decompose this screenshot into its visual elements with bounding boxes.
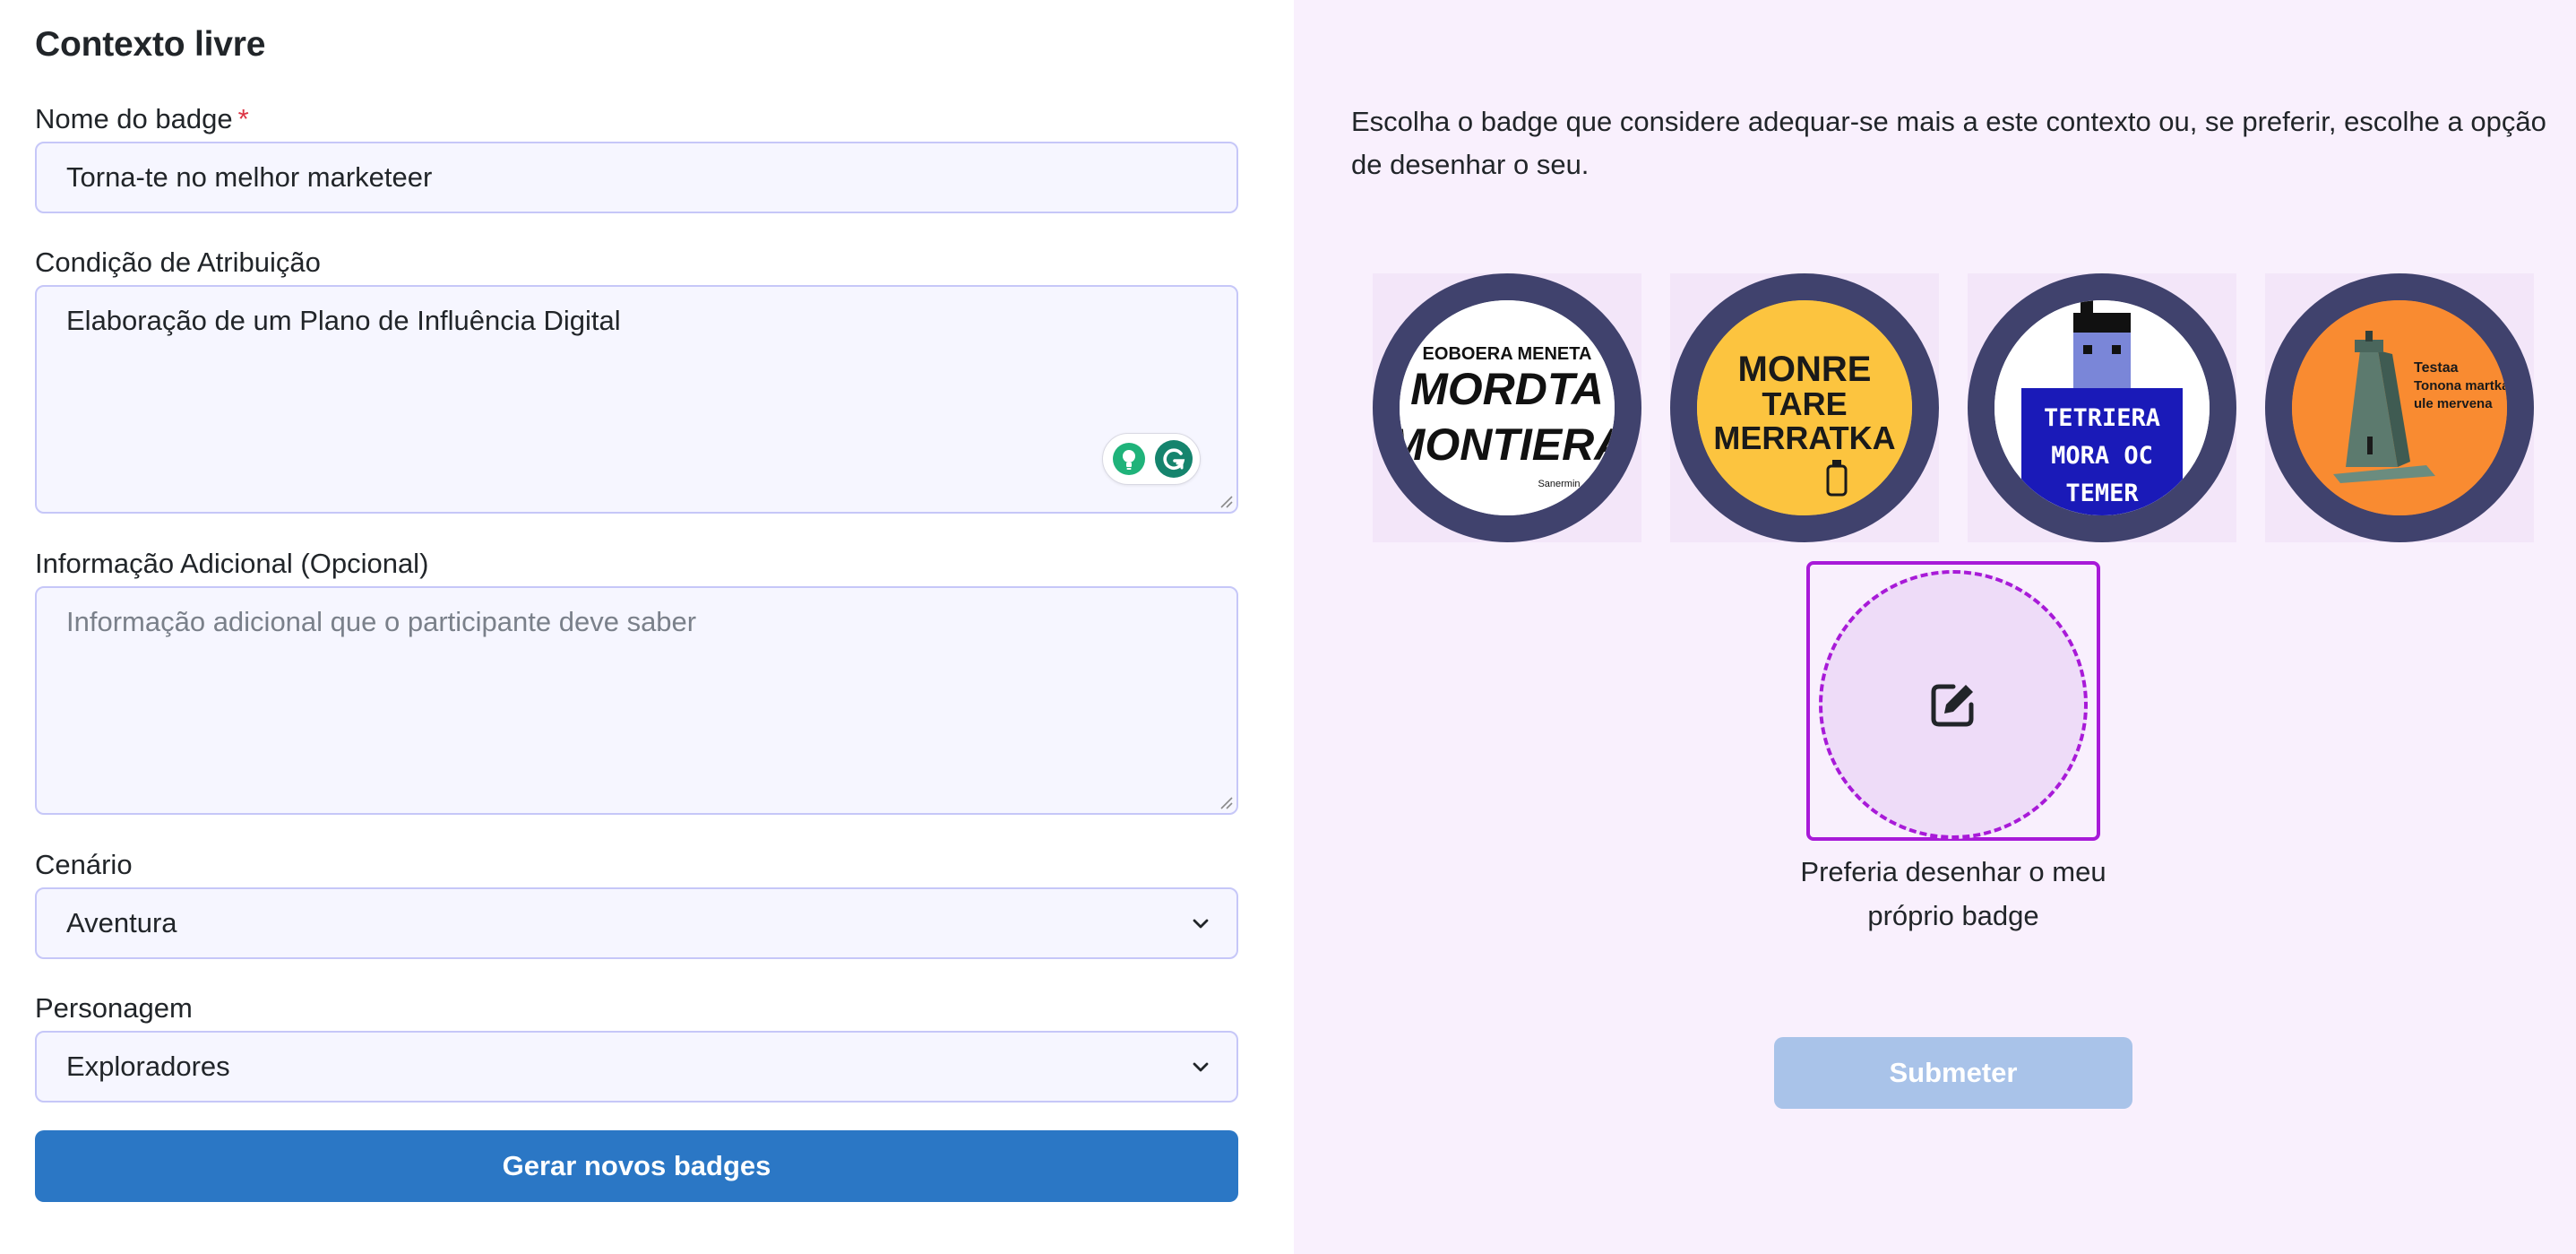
character-selected-value: Exploradores — [66, 1051, 230, 1082]
badge-name-value: Torna-te no melhor marketeer — [66, 161, 433, 193]
resize-grip-icon[interactable] — [1219, 795, 1233, 809]
badge-2-artwork: MONRE TARE MERRATKA — [1697, 300, 1912, 515]
scenario-selected-value: Aventura — [66, 907, 177, 938]
badge-3-line-1: TETRIERA — [2044, 404, 2160, 432]
submit-button[interactable]: Submeter — [1774, 1037, 2132, 1109]
badge-4-line-1: Testaa — [2414, 360, 2459, 376]
badge-4-line-3: ule mervena — [2414, 396, 2493, 411]
badge-1-artwork: EOBOERA MENETA MORDTA MONTIERA Sanermin — [1400, 300, 1615, 515]
badge-2-line-1: MONRE — [1738, 350, 1872, 389]
attribution-condition-textarea[interactable]: Elaboração de um Plano de Influência Dig… — [35, 285, 1238, 514]
badge-name-label-text: Nome do badge — [35, 103, 233, 134]
badge-1-line-4: Sanermin — [1538, 479, 1580, 489]
draw-own-badge-circle[interactable] — [1819, 570, 2088, 839]
badge-form-panel: Contexto livre Nome do badge * Torna-te n… — [0, 0, 1294, 1254]
badge-option-4[interactable]: Testaa Tonona martka ule mervena — [2265, 273, 2534, 542]
badge-2-line-2: TARE — [1762, 385, 1847, 422]
badge-2-line-3: MERRATKA — [1713, 419, 1895, 456]
badge-option-1[interactable]: EOBOERA MENETA MORDTA MONTIERA Sanermin — [1373, 273, 1641, 542]
draw-own-badge-caption: Preferia desenhar o meu próprio badge — [1800, 856, 2106, 931]
character-select[interactable]: Exploradores — [35, 1031, 1238, 1103]
character-label: Personagem — [35, 992, 193, 1024]
form-title: Contexto livre — [35, 25, 266, 64]
badge-1-line-3: MONTIERA — [1400, 419, 1615, 470]
required-mark: * — [237, 103, 249, 134]
badge-selector-panel: Escolha o badge que considere adequar-se… — [1294, 0, 2576, 1254]
edit-square-icon — [1931, 684, 1974, 727]
badge-option-2[interactable]: MONRE TARE MERRATKA — [1670, 273, 1939, 542]
scenario-label: Cenário — [35, 849, 133, 880]
chevron-down-icon — [1193, 919, 1209, 929]
draw-own-badge-option[interactable] — [1806, 561, 2100, 841]
generate-badges-button[interactable]: Gerar novos badges — [35, 1130, 1238, 1202]
badge-1-line-1: EOBOERA MENETA — [1423, 344, 1592, 364]
additional-info-label: Informação Adicional (Opcional) — [35, 548, 429, 579]
badge-option-3[interactable]: TETRIERA MORA OC TEMER — [1968, 273, 2236, 542]
badge-3-artwork: TETRIERA MORA OC TEMER — [1994, 300, 2210, 515]
lightbulb-icon[interactable] — [1110, 440, 1148, 478]
selector-intro-text: Escolha o badge que considere adequar-se… — [1351, 106, 2546, 180]
chevron-down-icon — [1193, 1062, 1209, 1072]
badge-3-line-2: MORA OC — [2051, 442, 2153, 470]
attribution-condition-value: Elaboração de um Plano de Influência Dig… — [66, 305, 621, 336]
additional-info-textarea[interactable]: Informação adicional que o participante … — [35, 586, 1238, 815]
badge-1-line-2: MORDTA — [1410, 364, 1604, 414]
badge-4-artwork: Testaa Tonona martka ule mervena — [2292, 300, 2507, 515]
grammarly-widget[interactable] — [1102, 433, 1201, 485]
badge-name-input[interactable]: Torna-te no melhor marketeer — [35, 142, 1238, 213]
additional-info-placeholder: Informação adicional que o participante … — [66, 606, 697, 637]
scenario-select[interactable]: Aventura — [35, 887, 1238, 959]
app-root: Contexto livre Nome do badge * Torna-te n… — [0, 0, 2576, 1254]
attribution-condition-label: Condição de Atribuição — [35, 246, 321, 278]
grammarly-g-icon[interactable] — [1155, 440, 1193, 478]
resize-grip-icon[interactable] — [1219, 494, 1233, 508]
badge-name-label: Nome do badge * — [35, 103, 249, 135]
badge-4-line-2: Tonona martka — [2414, 378, 2507, 393]
badge-3-line-3: TEMER — [2065, 480, 2139, 507]
